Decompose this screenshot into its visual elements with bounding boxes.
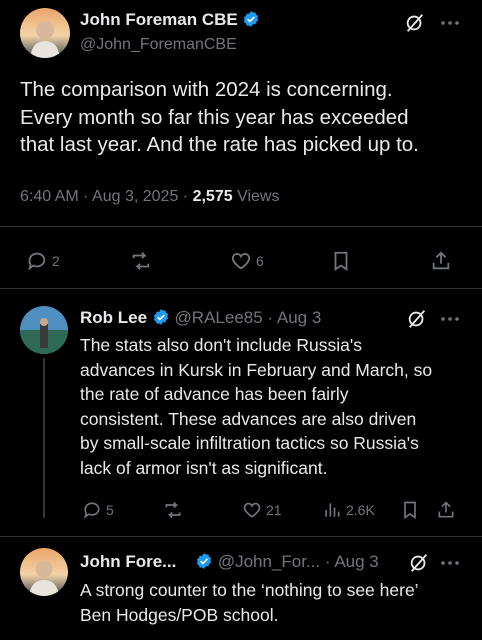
tweet-date[interactable]: Aug 3, 2025 — [92, 188, 178, 205]
bookmark-icon — [400, 500, 420, 520]
reply-text-line: lack of armor isn't as significant. — [80, 457, 328, 478]
more-options-icon[interactable] — [440, 20, 460, 26]
separator: · — [83, 188, 89, 205]
share-icon — [430, 250, 452, 272]
views-label: Views — [237, 188, 280, 205]
author-name[interactable]: Rob Lee — [80, 308, 147, 327]
divider — [0, 288, 482, 289]
reply-text: The stats also don't include Russia's ad… — [80, 333, 432, 481]
verified-badge-icon — [242, 10, 260, 28]
grok-icon[interactable] — [404, 12, 426, 34]
tweet-text-line: that last year. And the rate has picked … — [20, 133, 419, 156]
tweet-text: The comparison with 2024 is concerning. … — [20, 76, 419, 159]
share-button[interactable] — [430, 250, 452, 272]
heart-icon — [230, 250, 252, 272]
reply-text: A strong counter to the ‘nothing to see … — [80, 578, 419, 627]
share-button[interactable] — [436, 500, 456, 520]
bookmark-icon — [330, 250, 352, 272]
verified-badge-icon — [195, 552, 213, 570]
like-count: 6 — [256, 253, 264, 269]
reply-date[interactable]: Aug 3 — [334, 552, 378, 571]
views-count: 2.6K — [346, 502, 375, 518]
views-bar-chart-icon — [322, 500, 342, 520]
divider — [0, 226, 482, 227]
avatar[interactable] — [20, 306, 68, 354]
separator: · — [267, 308, 274, 327]
repost-button[interactable] — [130, 250, 152, 272]
repost-icon — [130, 250, 152, 272]
reply-count: 5 — [106, 502, 114, 518]
tweet-text-line: The comparison with 2024 is concerning. — [20, 78, 393, 101]
views-count: 2,575 — [192, 188, 233, 205]
reply-text-line: A strong counter to the ‘nothing to see … — [80, 580, 419, 600]
bookmark-button[interactable] — [330, 250, 352, 272]
separator: · — [324, 552, 331, 571]
divider — [0, 536, 482, 537]
author-handle[interactable]: @John_ForemanCBE — [80, 36, 237, 54]
reply-button[interactable]: 2 — [26, 250, 60, 272]
repost-button[interactable] — [163, 500, 183, 520]
like-button[interactable]: 21 — [242, 500, 282, 520]
avatar[interactable] — [20, 8, 70, 58]
reply-text-line: advances in Kursk in February and March,… — [80, 359, 433, 380]
verified-badge-icon — [152, 308, 170, 326]
views-button[interactable]: 2.6K — [322, 500, 375, 520]
reply-icon — [82, 500, 102, 520]
avatar[interactable] — [20, 548, 68, 596]
grok-icon[interactable] — [408, 552, 430, 574]
reply-text-line: consistent. These advances are also driv… — [80, 408, 417, 429]
repost-icon — [163, 500, 183, 520]
separator: · — [182, 188, 189, 205]
thread-line — [43, 358, 45, 518]
author-handle[interactable]: @RALee85 — [175, 308, 263, 327]
author-name[interactable]: John Fore... — [80, 552, 176, 571]
like-count: 21 — [266, 502, 282, 518]
reply-count: 2 — [52, 253, 60, 269]
reply-date[interactable]: Aug 3 — [277, 308, 321, 327]
more-options-icon[interactable] — [440, 316, 460, 322]
reply-button[interactable]: 5 — [82, 500, 114, 520]
reply-text-line: by small-scale infiltration tactics so R… — [80, 433, 419, 454]
more-options-icon[interactable] — [440, 560, 460, 566]
reply-text-line: Ben Hodges/POB school. — [80, 604, 279, 625]
reply-icon — [26, 250, 48, 272]
bookmark-button[interactable] — [400, 500, 420, 520]
like-button[interactable]: 6 — [230, 250, 264, 272]
reply-text-line: The stats also don't include Russia's — [80, 335, 362, 355]
author-handle[interactable]: @John_For... — [218, 552, 320, 571]
author-name[interactable]: John Foreman CBE — [80, 10, 238, 29]
tweet-time[interactable]: 6:40 AM — [20, 188, 79, 205]
tweet-meta: 6:40 AM · Aug 3, 2025 · 2,575 Views — [20, 188, 279, 206]
heart-icon — [242, 500, 262, 520]
grok-icon[interactable] — [406, 308, 428, 330]
share-icon — [436, 500, 456, 520]
tweet-text-line: Every month so far this year has exceede… — [20, 105, 409, 129]
reply-text-line: the rate of advance has been fairly — [80, 384, 349, 405]
